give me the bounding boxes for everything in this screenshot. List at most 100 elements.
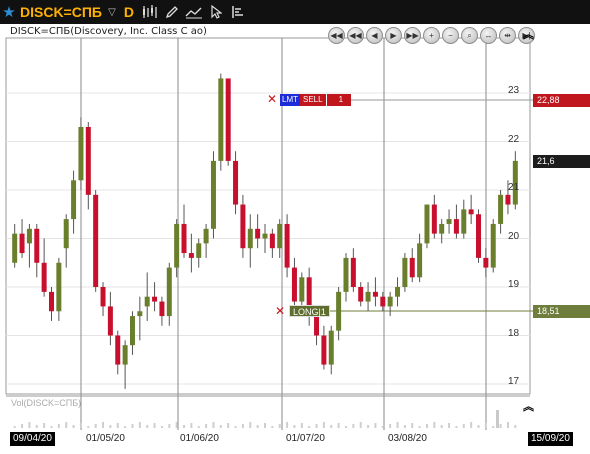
volume-bar xyxy=(13,426,16,428)
last-price-tag: 21,6 xyxy=(533,155,590,168)
candle-body xyxy=(56,262,62,312)
candle-body xyxy=(431,204,437,234)
volume-bar xyxy=(484,423,487,428)
candle-body xyxy=(336,291,342,331)
volume-bar xyxy=(124,426,127,428)
candle-body xyxy=(129,316,135,346)
period-selector[interactable]: D xyxy=(119,0,139,24)
cancel-order-icon[interactable]: ✕ xyxy=(267,92,277,106)
volume-bar xyxy=(506,422,509,428)
candle-body xyxy=(203,228,209,244)
scroll-left-icon[interactable]: ◀ xyxy=(366,27,383,44)
scroll-right-icon[interactable]: ▶ xyxy=(385,27,402,44)
compress-horizontal-icon[interactable]: ⇹ xyxy=(499,27,516,44)
candle-body xyxy=(505,194,511,205)
limit-order-label[interactable]: LMT SELL 1 xyxy=(280,94,352,106)
ticker-symbol[interactable]: DISCK=СПБ xyxy=(18,0,105,24)
long-position-label[interactable]: LONG|1 xyxy=(289,305,330,317)
volume-bar xyxy=(330,425,333,428)
volume-bar xyxy=(381,426,384,428)
candle-body xyxy=(174,223,180,268)
volume-bar xyxy=(87,426,90,428)
close-position-icon[interactable]: ✕ xyxy=(275,304,285,318)
volume-bar xyxy=(514,425,517,428)
candlestick-icon[interactable] xyxy=(139,0,161,24)
candle-body xyxy=(247,228,253,249)
candle-body xyxy=(26,228,32,244)
collapse-up-icon[interactable]: ︽ xyxy=(523,26,534,42)
zoom-fit-icon[interactable]: ⌕ xyxy=(461,27,478,44)
chevron-down-icon[interactable]: ▽ xyxy=(105,0,119,24)
pencil-icon[interactable] xyxy=(161,0,183,24)
volume-bar xyxy=(286,422,289,428)
volume-bar xyxy=(425,424,428,428)
y-axis-label: 17 xyxy=(508,376,520,387)
volume-bar xyxy=(359,422,362,428)
bar-list-icon[interactable] xyxy=(227,0,249,24)
order-side: SELL xyxy=(300,94,326,106)
volume-bar xyxy=(403,425,406,428)
volume-bar xyxy=(43,423,46,428)
volume-bar xyxy=(227,423,230,428)
candle-body xyxy=(152,296,158,302)
volume-bar xyxy=(79,423,82,428)
volume-bar xyxy=(448,423,451,428)
zoom-out-icon[interactable]: − xyxy=(442,27,459,44)
y-axis-label: 21 xyxy=(508,182,520,193)
candle-body xyxy=(159,301,165,317)
order-qty: 1 xyxy=(325,94,352,106)
volume-bar xyxy=(374,423,377,428)
candle-body xyxy=(122,345,128,365)
candle-body xyxy=(372,291,378,297)
volume-bar xyxy=(344,426,347,428)
scroll-left-fast-icon[interactable]: ◀◀ xyxy=(347,27,364,44)
volume-bar xyxy=(264,423,266,428)
volume-bar xyxy=(190,423,193,428)
x-axis-label: 03/08/20 xyxy=(388,433,427,444)
volume-bar xyxy=(249,422,252,428)
candle-body xyxy=(196,243,202,258)
x-axis-end-date: 15/09/20 xyxy=(528,432,573,446)
volume-bar xyxy=(138,422,141,428)
x-axis-label: 01/05/20 xyxy=(86,433,125,444)
candle-body xyxy=(93,194,99,287)
volume-bar xyxy=(57,424,60,428)
price-chart[interactable]: DISCK=СПБ(Discovery, Inc. Class C ао) ◀◀… xyxy=(0,24,590,430)
collapse-up-icon[interactable]: ︽ xyxy=(523,398,534,414)
candle-body xyxy=(144,296,150,307)
x-axis-label: 01/07/20 xyxy=(286,433,325,444)
scroll-start-icon[interactable]: ◀◀ xyxy=(328,27,345,44)
candle-body xyxy=(225,78,231,161)
cursor-icon[interactable] xyxy=(205,0,227,24)
limit-price-tag: 22,88 xyxy=(533,94,590,107)
volume-bar xyxy=(153,423,156,428)
candle-body xyxy=(343,257,349,292)
candle-body xyxy=(71,180,77,220)
candle-body xyxy=(115,335,121,365)
toolbar: ★ DISCK=СПБ ▽ D xyxy=(0,0,590,24)
candle-body xyxy=(476,214,482,258)
drawing-tools-icon[interactable] xyxy=(183,0,205,24)
candle-body xyxy=(328,330,334,365)
volume-bar xyxy=(433,422,436,428)
volume-bar xyxy=(492,426,495,428)
x-axis-start-date: 09/04/20 xyxy=(10,432,55,446)
candle-body xyxy=(453,219,459,234)
volume-bar xyxy=(241,424,244,428)
candle-body xyxy=(498,194,504,224)
expand-horizontal-icon[interactable]: ↔ xyxy=(480,27,497,44)
zoom-in-icon[interactable]: + xyxy=(423,27,440,44)
star-icon[interactable]: ★ xyxy=(0,0,18,24)
candle-body xyxy=(19,233,25,254)
candle-body xyxy=(137,311,143,317)
volume-bar xyxy=(109,425,112,428)
volume-bar xyxy=(234,426,237,428)
volume-label: Vol(DISCK=СПБ) xyxy=(11,398,82,408)
scroll-right-fast-icon[interactable]: ▶▶ xyxy=(404,27,421,44)
volume-bar xyxy=(212,422,215,428)
candle-body xyxy=(78,126,84,181)
volume-bar xyxy=(146,425,149,428)
candle-body xyxy=(291,267,297,302)
position-text: LONG|1 xyxy=(289,305,330,317)
volume-bar xyxy=(470,422,473,428)
